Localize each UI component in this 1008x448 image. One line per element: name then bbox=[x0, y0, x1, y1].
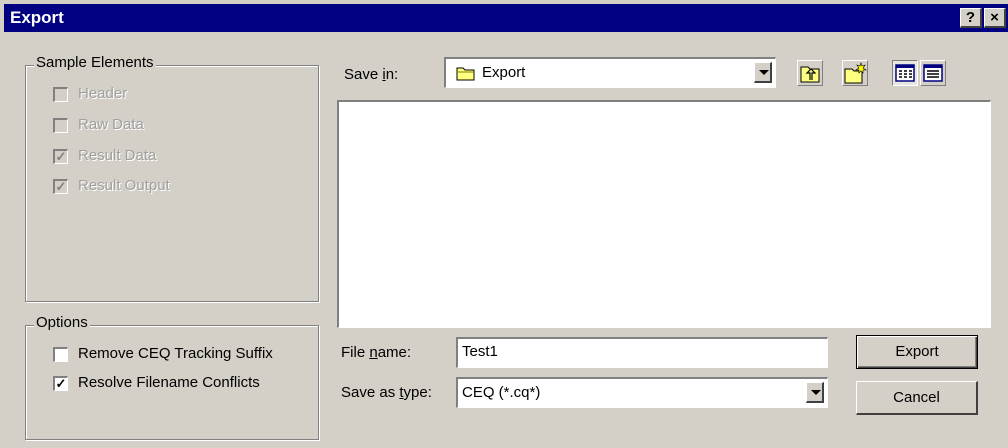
resolve-filename-conflicts-label: Resolve Filename Conflicts bbox=[78, 374, 260, 391]
remove-ceq-tracking-suffix-label: Remove CEQ Tracking Suffix bbox=[78, 345, 273, 362]
chevron-down-icon[interactable] bbox=[806, 382, 824, 403]
save-in-value: Export bbox=[482, 64, 526, 81]
check-mark-icon: ✓ bbox=[53, 376, 68, 391]
check-mark-icon: ✓ bbox=[53, 179, 68, 194]
check-mark-icon: ✓ bbox=[53, 149, 68, 164]
details-view-button[interactable] bbox=[920, 60, 946, 86]
options-legend: Options bbox=[34, 314, 90, 331]
new-folder-icon bbox=[844, 62, 867, 84]
file-name-value: Test1 bbox=[462, 343, 498, 360]
result-data-label: Result Data bbox=[78, 147, 157, 164]
cancel-button[interactable]: Cancel bbox=[856, 381, 978, 415]
list-view-icon bbox=[895, 64, 915, 82]
help-button[interactable]: ? bbox=[960, 8, 982, 28]
save-as-type-dropdown[interactable]: CEQ (*.cq*) bbox=[456, 377, 828, 408]
save-in-dropdown[interactable]: Export bbox=[444, 57, 776, 88]
save-as-type-value: CEQ (*.cq*) bbox=[462, 384, 541, 401]
folder-up-icon bbox=[800, 66, 820, 83]
sample-elements-legend: Sample Elements bbox=[34, 54, 156, 71]
file-name-label: File name: bbox=[341, 344, 412, 361]
raw-data-label: Raw Data bbox=[78, 116, 144, 133]
checkbox-box bbox=[53, 118, 68, 133]
save-in-label: Save in: bbox=[344, 66, 399, 83]
chevron-down-icon[interactable] bbox=[754, 62, 772, 83]
close-button[interactable]: × bbox=[984, 8, 1006, 28]
details-view-icon bbox=[923, 64, 943, 82]
window-title: Export bbox=[10, 8, 64, 27]
up-one-level-button[interactable] bbox=[797, 60, 823, 86]
export-button[interactable]: Export bbox=[856, 335, 978, 369]
save-as-type-label: Save as type: bbox=[341, 384, 432, 401]
sample-elements-group bbox=[25, 65, 319, 302]
list-view-button[interactable] bbox=[892, 60, 918, 86]
folder-icon bbox=[456, 67, 475, 81]
file-name-input[interactable]: Test1 bbox=[456, 337, 828, 368]
checkbox-box bbox=[53, 347, 68, 362]
checkbox-box bbox=[53, 87, 68, 102]
title-bar: Export ? × bbox=[4, 4, 1008, 32]
header-label: Header bbox=[78, 85, 128, 102]
create-new-folder-button[interactable] bbox=[842, 60, 868, 86]
result-output-label: Result Output bbox=[78, 177, 170, 194]
export-dialog: Export ? × Sample Elements Header Raw Da… bbox=[0, 0, 1008, 448]
file-list[interactable] bbox=[337, 100, 991, 328]
